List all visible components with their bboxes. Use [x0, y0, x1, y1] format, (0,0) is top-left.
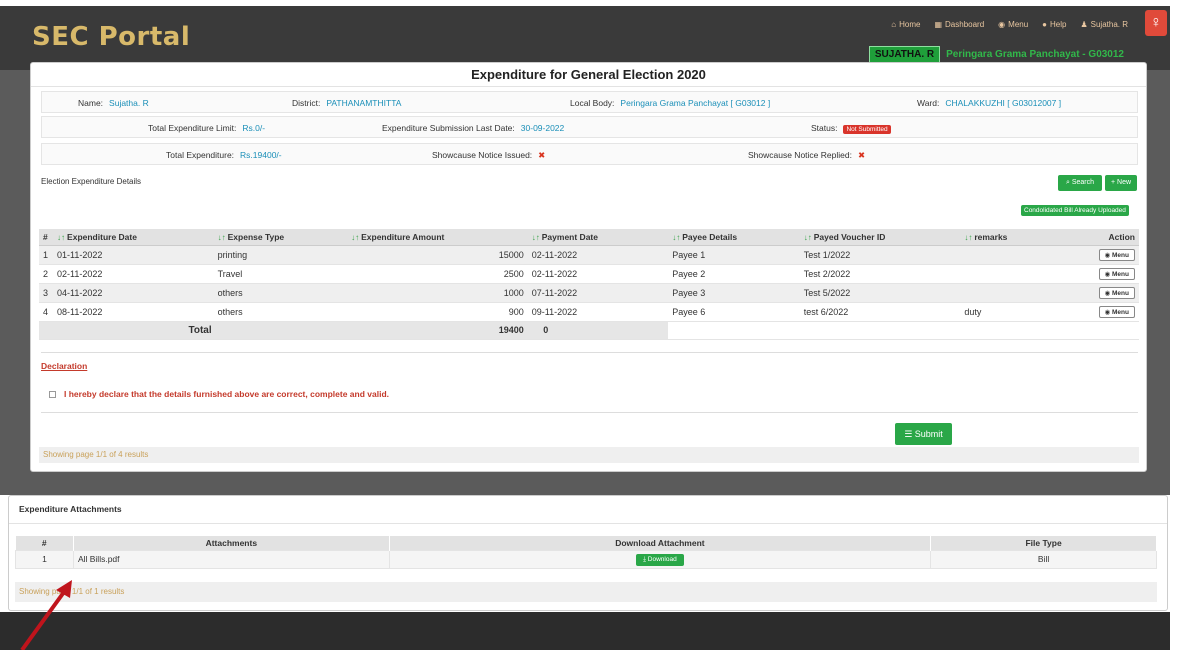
- candidate-name: Sujatha. R: [109, 98, 149, 108]
- list-icon: ☰: [904, 429, 915, 439]
- sort-icon: ↓↑: [351, 232, 360, 242]
- row-menu-button[interactable]: ◉ Menu: [1098, 305, 1135, 318]
- sort-icon: ↓↑: [531, 232, 540, 242]
- expenditure-table: # ↓↑ Expenditure Date ↓↑ Expense Type ↓↑ Ex…: [39, 229, 1139, 340]
- total-expenditure-value: Rs.19400/-: [240, 150, 282, 160]
- declaration-checkbox[interactable]: [49, 390, 56, 398]
- table-row: 1 All Bills.pdf ⤓ Download Bill: [15, 549, 1157, 569]
- notice-issued-x-icon: ✖: [538, 150, 546, 160]
- attachments-header-row: # Attachments Download Attachment File T…: [15, 536, 1157, 550]
- table-row: 1 01-11-2022 printing 15000 02-11-2022 P…: [39, 245, 1139, 265]
- ward-value: CHALAKKUZHI [ G03012007 ]: [945, 98, 1062, 108]
- info-icon: ●: [1042, 20, 1048, 29]
- col-number: #: [15, 536, 74, 550]
- sort-icon: ↓↑: [57, 232, 66, 242]
- attachments-pagination-summary: Showing page 1/1 of 1 results: [15, 582, 1157, 602]
- total-amount: 19400: [347, 321, 528, 340]
- menu-icon: ◉: [1104, 289, 1113, 297]
- file-type: Bill: [930, 549, 1157, 569]
- col-voucher-id[interactable]: ↓↑ Payed Voucher ID: [799, 229, 961, 246]
- total-row: Total 19400 0: [39, 321, 1139, 340]
- col-expenditure-amount[interactable]: ↓↑ Expenditure Amount: [347, 229, 528, 246]
- col-file-type: File Type: [930, 536, 1157, 550]
- consolidated-bill-badge: Condolidated Bill Already Uploaded: [1021, 205, 1129, 216]
- status-badge: Not Submitted: [843, 125, 891, 134]
- sort-icon: ↓↑: [964, 232, 973, 242]
- details-section-label: Election Expenditure Details: [41, 177, 142, 186]
- last-date-value: 30-09-2022: [520, 123, 565, 133]
- pagination-summary: Showing page 1/1 of 4 results: [39, 447, 1139, 463]
- totals-info-row: Total Expenditure: Rs.19400/- Showcause N…: [41, 143, 1138, 165]
- expenditure-card: Expenditure for General Election 2020 Na…: [30, 62, 1147, 472]
- table-header-row: # ↓↑ Expenditure Date ↓↑ Expense Type ↓↑ Ex…: [39, 229, 1139, 246]
- menu-icon: ◉: [1104, 308, 1113, 316]
- dashboard-icon: ▦: [934, 20, 943, 29]
- sort-icon: ↓↑: [803, 232, 812, 242]
- download-button[interactable]: ⤓ Download: [636, 553, 684, 566]
- col-download: Download Attachment: [389, 536, 932, 550]
- col-remarks[interactable]: ↓↑ remarks: [960, 229, 1051, 246]
- col-number: #: [39, 229, 54, 246]
- search-button[interactable]: ⌕ Search: [1058, 175, 1102, 191]
- limits-info-row: Total Expenditure Limit: Rs.0/- Expenditu…: [41, 116, 1138, 138]
- table-row: 4 08-11-2022 others 900 09-11-2022 Payee…: [39, 302, 1139, 322]
- row-menu-button[interactable]: ◉ Menu: [1098, 267, 1135, 280]
- accessibility-icon: ♀: [1150, 14, 1162, 31]
- total-label: Total: [53, 321, 348, 340]
- table-row: 2 02-11-2022 Travel 2500 02-11-2022 Paye…: [39, 264, 1139, 284]
- sort-icon: ↓↑: [672, 232, 681, 242]
- row-menu-button[interactable]: ◉ Menu: [1098, 248, 1135, 261]
- col-expenditure-date[interactable]: ↓↑ Expenditure Date: [53, 229, 214, 246]
- user-badge: SUJATHA. R: [868, 46, 941, 63]
- submit-button[interactable]: ☰ Submit: [895, 423, 952, 445]
- notice-replied-x-icon: ✖: [857, 150, 866, 160]
- user-icon: ♟: [1080, 20, 1088, 29]
- attachments-title: Expenditure Attachments: [9, 496, 1167, 524]
- page-title: Expenditure for General Election 2020: [31, 63, 1146, 87]
- nav-user[interactable]: ♟ Sujatha. R: [1080, 20, 1128, 29]
- col-payment-date[interactable]: ↓↑ Payment Date: [527, 229, 669, 246]
- divider: [41, 352, 1138, 353]
- home-icon: ⌂: [891, 20, 897, 29]
- col-payee-details[interactable]: ↓↑ Payee Details: [668, 229, 800, 246]
- local-body-label: Peringara Grama Panchayat - G03012: [946, 49, 1124, 60]
- attachment-name: All Bills.pdf: [72, 549, 390, 569]
- candidate-info-row: Name: Sujatha. R District: PATHANAMTHITTA …: [41, 91, 1138, 113]
- page-edge: [1170, 0, 1180, 650]
- col-attachments: Attachments: [73, 536, 390, 550]
- user-context: SUJATHA. R Peringara Grama Panchayat - G…: [868, 46, 1124, 63]
- top-header: SEC Portal ⌂ Home ▦ Dashboard ◉ Menu ● Help …: [0, 0, 1170, 70]
- declaration-text: I hereby declare that the details furnis…: [64, 389, 389, 399]
- menu-icon: ◉: [1104, 270, 1113, 278]
- sort-icon: ↓↑: [217, 232, 226, 242]
- table-row: 3 04-11-2022 others 1000 07-11-2022 Paye…: [39, 283, 1139, 303]
- top-nav: ⌂ Home ▦ Dashboard ◉ Menu ● Help ♟ Sujatha. R: [891, 20, 1128, 29]
- page-footer-band: [0, 612, 1170, 650]
- nav-help[interactable]: ● Help: [1042, 20, 1066, 29]
- new-button[interactable]: + New: [1105, 175, 1137, 191]
- limit-value: Rs.0/-: [242, 123, 266, 133]
- col-action: Action: [1050, 229, 1139, 246]
- declaration-line: I hereby declare that the details furnis…: [49, 389, 389, 399]
- local-body-value: Peringara Grama Panchayat [ G03012 ]: [620, 98, 771, 108]
- accessibility-button[interactable]: ♀: [1145, 10, 1167, 36]
- menu-icon: ◉: [1104, 251, 1113, 259]
- declaration-title[interactable]: Declaration: [41, 361, 87, 371]
- chevron-down-icon: ◉: [998, 20, 1006, 29]
- nav-home[interactable]: ⌂ Home: [891, 20, 920, 29]
- district-value: PATHANAMTHITTA: [326, 98, 402, 108]
- divider: [41, 412, 1138, 413]
- brand-title[interactable]: SEC Portal: [32, 22, 190, 52]
- nav-dashboard[interactable]: ▦ Dashboard: [934, 20, 984, 29]
- row-menu-button[interactable]: ◉ Menu: [1098, 286, 1135, 299]
- nav-menu[interactable]: ◉ Menu: [998, 20, 1028, 29]
- total-payment: 0: [527, 321, 669, 340]
- attachments-table: # Attachments Download Attachment File T…: [15, 536, 1157, 569]
- col-expense-type[interactable]: ↓↑ Expense Type: [213, 229, 348, 246]
- attachments-card: Expenditure Attachments # Attachments Do…: [8, 495, 1168, 611]
